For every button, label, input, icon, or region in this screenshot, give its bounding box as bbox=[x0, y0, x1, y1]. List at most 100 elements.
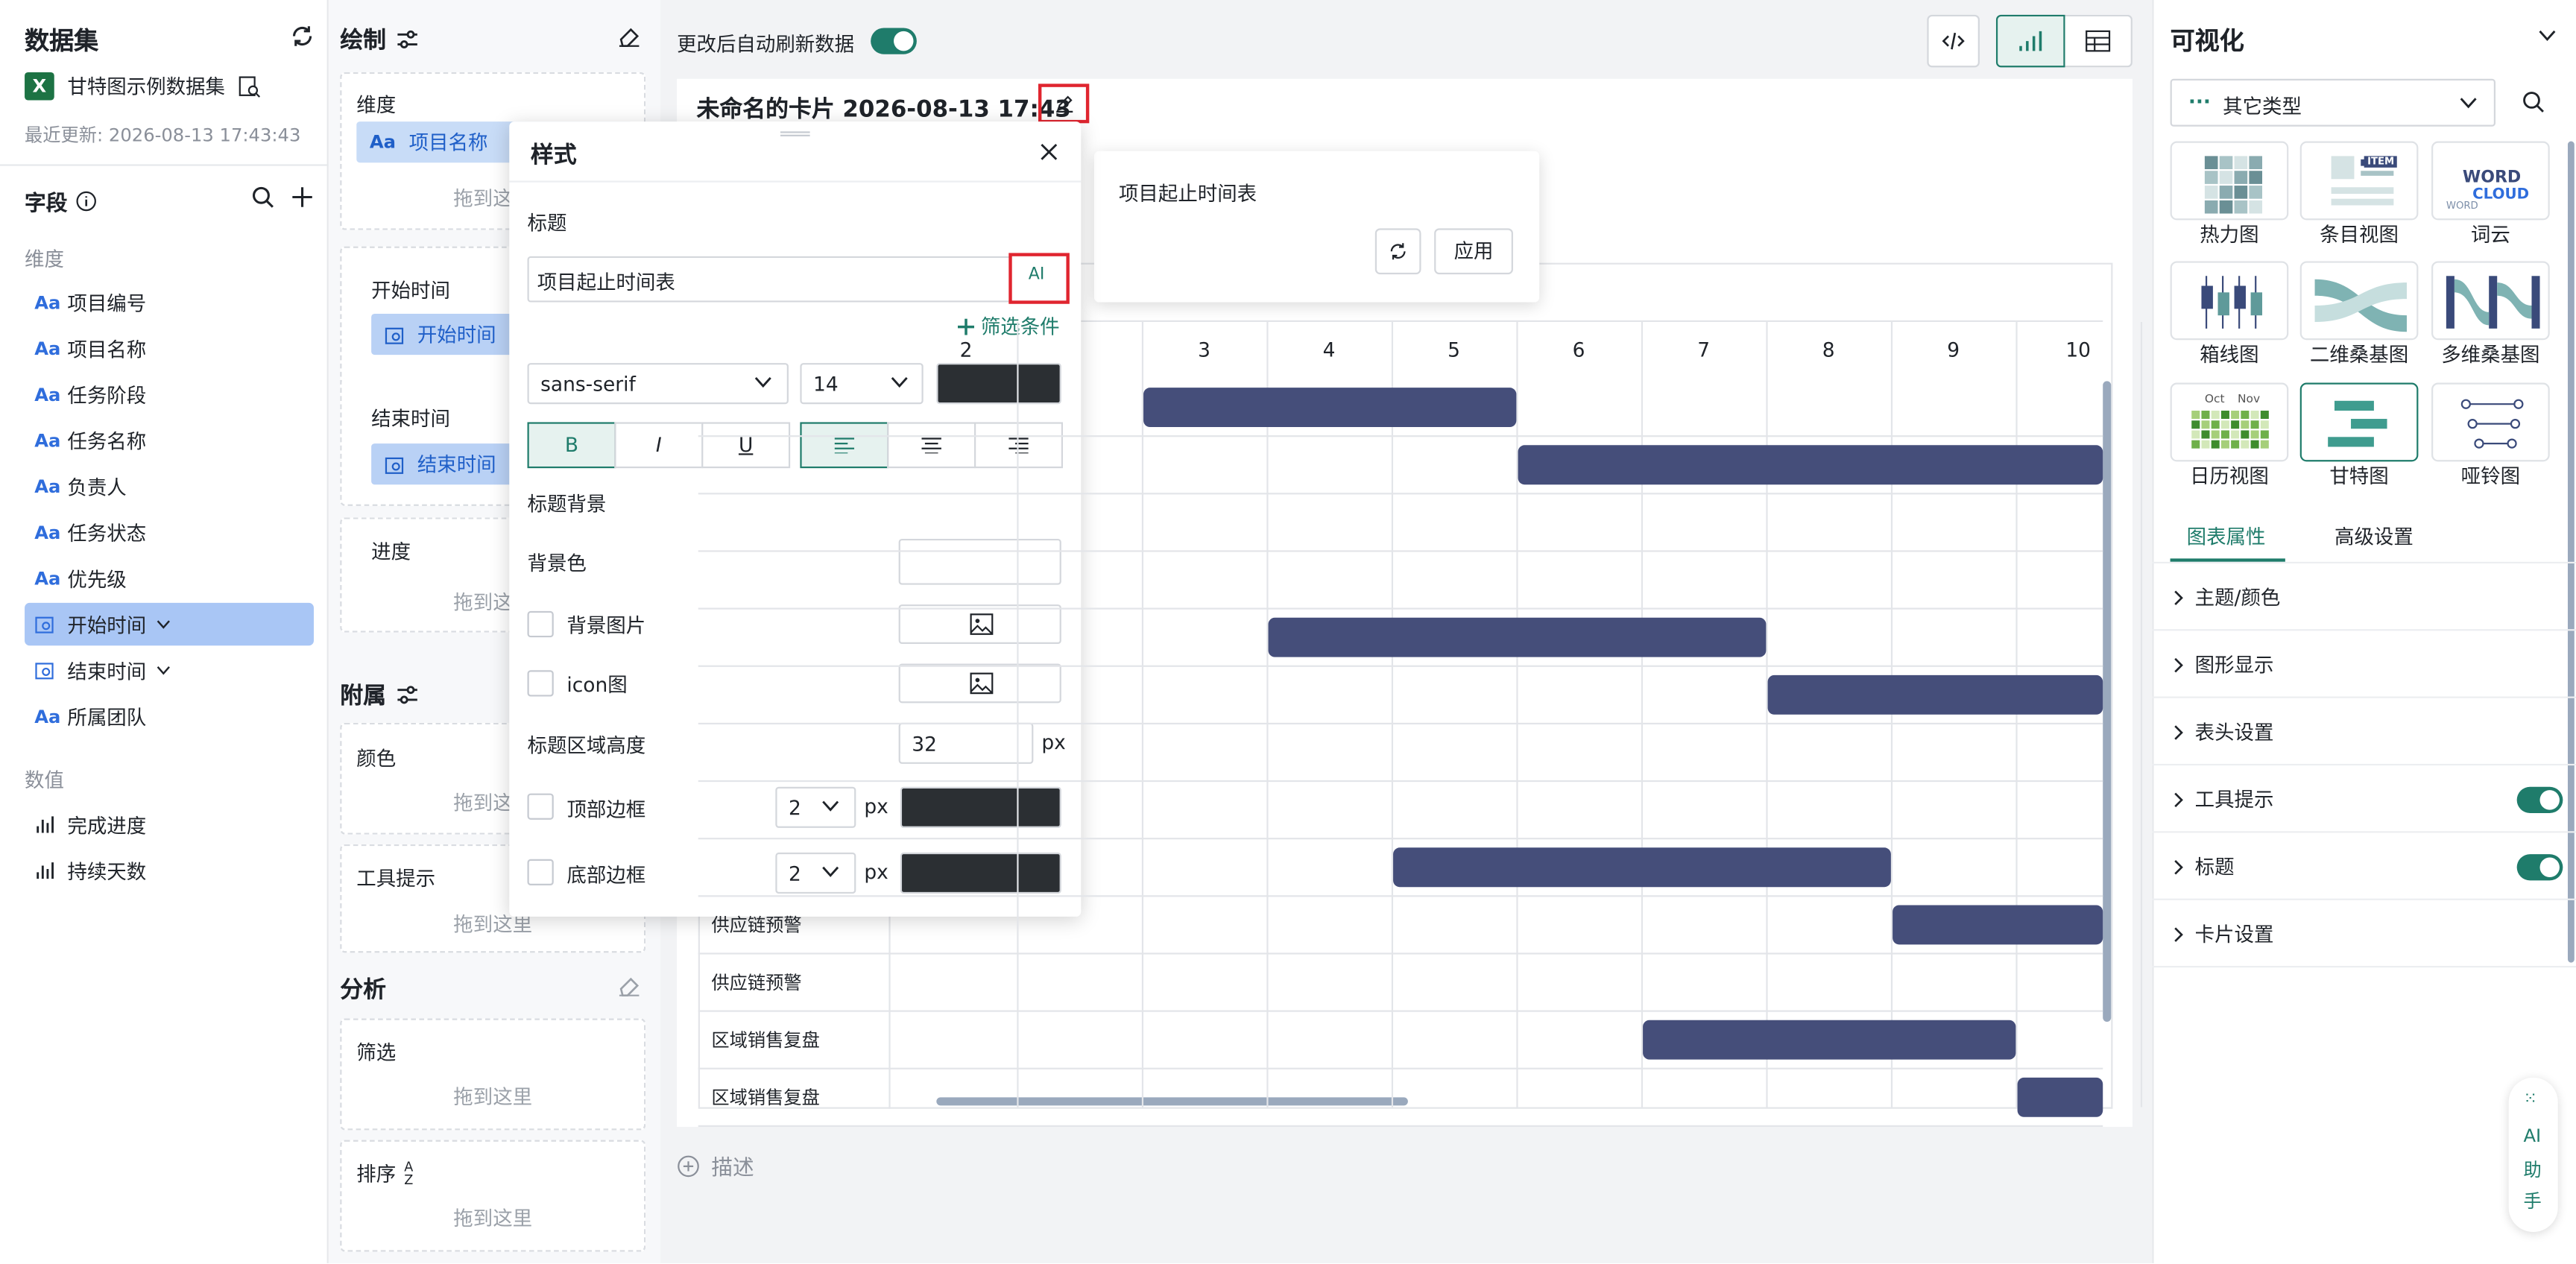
field-item[interactable]: Aa 任务阶段 bbox=[25, 373, 314, 415]
underline-button[interactable]: U bbox=[701, 422, 791, 469]
search-icon[interactable] bbox=[2522, 90, 2545, 113]
panel-scrollbar[interactable] bbox=[2567, 141, 2575, 963]
field-item[interactable]: Aa 所属团队 bbox=[25, 695, 314, 737]
bold-button[interactable]: B bbox=[527, 422, 616, 469]
bg-color-swatch[interactable] bbox=[898, 538, 1061, 585]
field-label: 完成进度 bbox=[67, 814, 147, 837]
chart-type-boxplot[interactable] bbox=[2170, 261, 2289, 341]
ai-assistant-button[interactable]: ⁙ AI 助 手 bbox=[2508, 1077, 2558, 1233]
field-item[interactable]: Aa 优先级 bbox=[25, 557, 314, 599]
gantt-bar[interactable] bbox=[1267, 617, 1767, 657]
gantt-bar[interactable] bbox=[1767, 674, 2103, 715]
field-item[interactable]: Aa 项目编号 bbox=[25, 281, 314, 323]
property-section[interactable]: 标题 bbox=[2174, 853, 2235, 880]
vertical-scrollbar[interactable] bbox=[2103, 381, 2112, 1022]
chart-type-calendar[interactable]: Oct Nov bbox=[2170, 382, 2289, 462]
filter-drop-zone[interactable]: 筛选 拖到这里 bbox=[340, 1018, 646, 1131]
field-label: 持续天数 bbox=[67, 859, 147, 883]
field-item[interactable]: Aa 负责人 bbox=[25, 465, 314, 508]
gantt-bar[interactable] bbox=[1641, 1020, 2016, 1060]
align-center-button[interactable] bbox=[887, 422, 976, 469]
dataset-search-icon[interactable] bbox=[239, 75, 262, 98]
auto-refresh-toggle[interactable] bbox=[871, 28, 917, 54]
field-item[interactable]: Aa 项目名称 bbox=[25, 327, 314, 370]
add-field-icon[interactable] bbox=[291, 186, 314, 209]
font-family-select[interactable]: sans-serif bbox=[527, 363, 789, 405]
italic-button[interactable]: I bbox=[614, 422, 704, 469]
gantt-bar[interactable] bbox=[1142, 388, 1517, 428]
info-icon[interactable] bbox=[75, 191, 97, 212]
bg-image-upload[interactable] bbox=[898, 604, 1061, 644]
measure-icon bbox=[34, 861, 67, 880]
table-icon bbox=[2085, 30, 2111, 53]
chart-type-dumbbell[interactable] bbox=[2431, 382, 2550, 462]
refresh-dataset-icon[interactable] bbox=[289, 23, 315, 49]
chevron-right-icon bbox=[2174, 859, 2185, 875]
eraser-icon[interactable] bbox=[618, 25, 641, 48]
tab-advanced[interactable]: 高级设置 bbox=[2334, 522, 2414, 550]
property-section[interactable]: 图形显示 bbox=[2174, 651, 2273, 678]
bottom-border-width-select[interactable]: 2 bbox=[775, 852, 856, 894]
settings-sliders-icon[interactable] bbox=[396, 28, 419, 51]
font-size-select[interactable]: 14 bbox=[800, 363, 924, 405]
describe-label[interactable]: 描述 bbox=[711, 1150, 754, 1181]
add-filter-link[interactable]: 筛选条件 bbox=[981, 312, 1060, 340]
property-section[interactable]: 卡片设置 bbox=[2174, 920, 2273, 947]
field-item[interactable]: 完成进度 bbox=[25, 803, 314, 846]
horizontal-scrollbar[interactable] bbox=[936, 1097, 1408, 1106]
align-left-button[interactable] bbox=[800, 422, 889, 469]
settings-sliders-icon[interactable] bbox=[396, 683, 419, 707]
x-tick-label: 3 bbox=[1198, 338, 1210, 361]
bottom-border-checkbox[interactable] bbox=[527, 859, 554, 885]
top-border-color-swatch[interactable] bbox=[900, 786, 1061, 828]
add-circle-icon[interactable] bbox=[677, 1154, 700, 1177]
section-toggle[interactable] bbox=[2516, 854, 2563, 881]
title-height-value: 32 bbox=[912, 733, 937, 756]
title-color-swatch[interactable] bbox=[936, 363, 1061, 405]
title-height-input[interactable]: 32 bbox=[898, 722, 1034, 764]
field-item[interactable]: Aa 任务名称 bbox=[25, 419, 314, 461]
icon-image-upload[interactable] bbox=[898, 663, 1061, 704]
code-view-button[interactable] bbox=[1927, 14, 1980, 68]
tab-chart-props[interactable]: 图表属性 bbox=[2187, 522, 2266, 550]
top-border-width-select[interactable]: 2 bbox=[775, 786, 856, 828]
bg-image-checkbox[interactable] bbox=[527, 610, 554, 638]
chart-type-sankey-multi[interactable] bbox=[2431, 261, 2550, 341]
field-item[interactable]: Aa 任务状态 bbox=[25, 511, 314, 553]
property-section[interactable]: 工具提示 bbox=[2174, 786, 2273, 813]
field-search-icon[interactable] bbox=[251, 186, 274, 209]
regenerate-button[interactable] bbox=[1374, 228, 1421, 275]
chart-type-gantt[interactable] bbox=[2299, 382, 2419, 462]
chart-type-select[interactable]: ··· 其它类型 bbox=[2170, 78, 2496, 127]
property-section[interactable]: 表头设置 bbox=[2174, 718, 2273, 745]
drag-handle-icon[interactable] bbox=[780, 131, 810, 136]
field-item[interactable]: 开始时间 bbox=[25, 602, 314, 646]
bottom-border-color-swatch[interactable] bbox=[900, 852, 1061, 894]
gantt-bar[interactable] bbox=[1892, 905, 2103, 945]
edit-title-button[interactable] bbox=[1038, 83, 1090, 124]
top-border-checkbox[interactable] bbox=[527, 793, 554, 820]
chart-view-button[interactable] bbox=[1995, 14, 2065, 68]
chart-type-item-view[interactable]: ITEM bbox=[2299, 141, 2419, 221]
eraser-icon[interactable] bbox=[618, 974, 641, 997]
title-input[interactable]: 项目起止时间表 bbox=[527, 256, 1064, 303]
apply-button[interactable]: 应用 bbox=[1434, 228, 1513, 275]
field-item[interactable]: 结束时间 bbox=[25, 649, 314, 692]
chart-type-sankey-2d[interactable] bbox=[2299, 261, 2419, 341]
chart-type-word-cloud[interactable]: WORD CLOUD WORD bbox=[2431, 141, 2550, 221]
chart-type-label: 条目视图 bbox=[2320, 223, 2399, 247]
close-icon[interactable] bbox=[1040, 143, 1058, 161]
section-toggle[interactable] bbox=[2516, 786, 2563, 814]
table-view-button[interactable] bbox=[2065, 14, 2133, 68]
property-section[interactable]: 主题/颜色 bbox=[2174, 583, 2280, 610]
chevron-right-icon bbox=[2174, 657, 2185, 673]
icon-image-checkbox[interactable] bbox=[527, 670, 554, 697]
field-item[interactable]: 持续天数 bbox=[25, 850, 314, 892]
gantt-bar[interactable] bbox=[2016, 1077, 2103, 1117]
gantt-bar[interactable] bbox=[1517, 445, 2103, 485]
gantt-bar[interactable] bbox=[1392, 847, 1891, 888]
sort-drop-zone[interactable]: 排序 A Z 拖到这里 bbox=[340, 1140, 646, 1252]
ai-generate-button[interactable]: AI bbox=[1008, 253, 1070, 304]
chart-type-heatmap[interactable] bbox=[2170, 141, 2289, 221]
chevron-down-icon[interactable] bbox=[2538, 30, 2556, 43]
